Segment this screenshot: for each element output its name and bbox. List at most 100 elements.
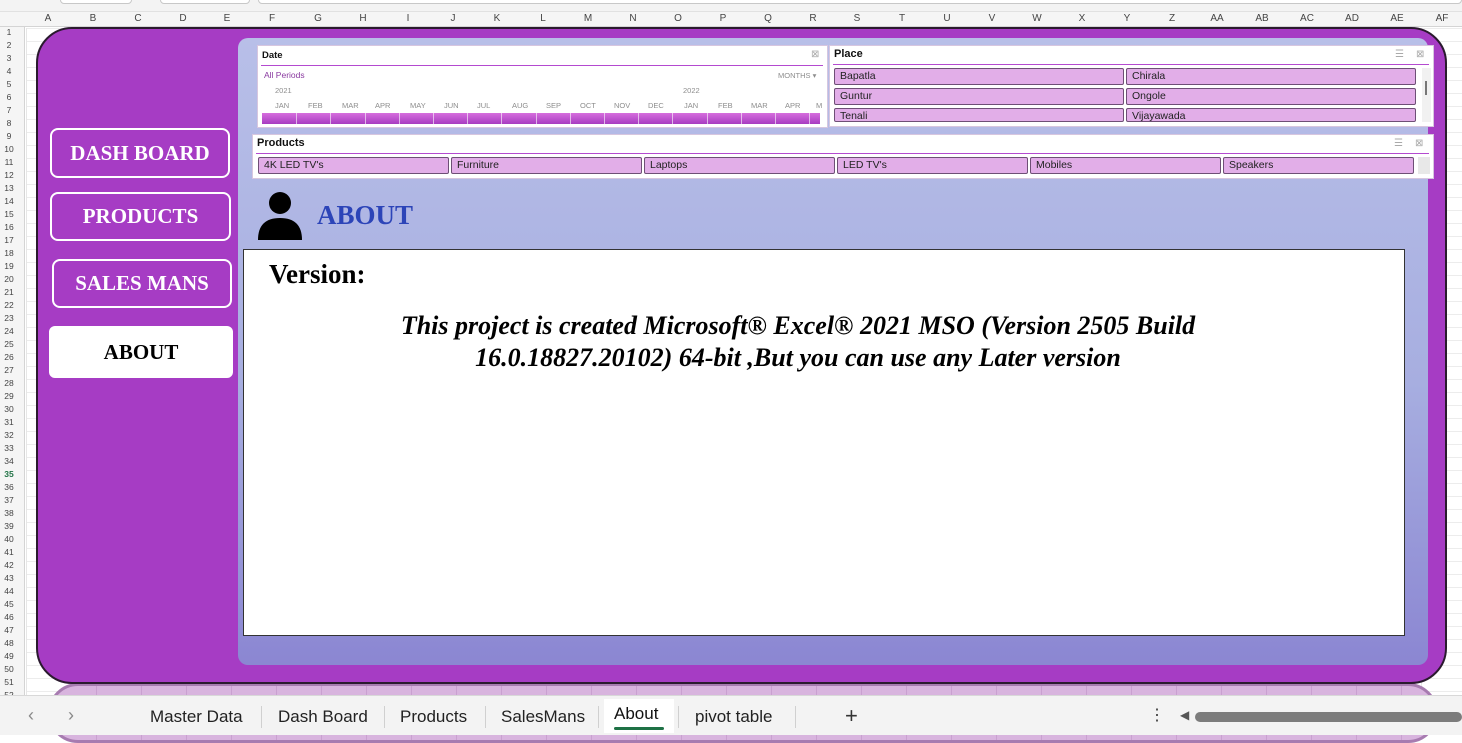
- column-header[interactable]: D: [179, 13, 186, 24]
- formula-bar[interactable]: [258, 0, 1462, 4]
- row-header[interactable]: 44: [2, 586, 16, 597]
- place-item[interactable]: Guntur: [834, 88, 1124, 105]
- row-header[interactable]: 46: [2, 612, 16, 623]
- column-header[interactable]: K: [494, 13, 501, 24]
- row-header[interactable]: 6: [2, 92, 16, 103]
- clear-filter-icon[interactable]: ⊠: [1415, 138, 1423, 149]
- row-header[interactable]: 47: [2, 625, 16, 636]
- row-header[interactable]: 35: [2, 469, 16, 480]
- place-item[interactable]: Chirala: [1126, 68, 1416, 85]
- multi-select-icon[interactable]: ☰: [1394, 138, 1403, 149]
- row-header[interactable]: 38: [2, 508, 16, 519]
- column-header[interactable]: U: [943, 13, 950, 24]
- date-timeline-slicer[interactable]: Date ⊠ All Periods MONTHS ▾ 2021 2022 JA…: [257, 45, 828, 128]
- row-header[interactable]: 4: [2, 66, 16, 77]
- row-header[interactable]: 51: [2, 677, 16, 688]
- row-header[interactable]: 48: [2, 638, 16, 649]
- row-header[interactable]: 20: [2, 274, 16, 285]
- month-label[interactable]: MAR: [751, 101, 768, 110]
- row-header[interactable]: 39: [2, 521, 16, 532]
- month-label[interactable]: DEC: [648, 101, 664, 110]
- column-header[interactable]: T: [899, 13, 905, 24]
- month-label[interactable]: APR: [785, 101, 800, 110]
- products-button[interactable]: PRODUCTS: [50, 192, 231, 241]
- row-header[interactable]: 30: [2, 404, 16, 415]
- time-level-select[interactable]: MONTHS ▾: [778, 71, 816, 80]
- row-header[interactable]: 12: [2, 170, 16, 181]
- month-label[interactable]: M: [816, 101, 822, 110]
- row-header[interactable]: 33: [2, 443, 16, 454]
- row-header[interactable]: 26: [2, 352, 16, 363]
- column-header[interactable]: N: [629, 13, 636, 24]
- chevron-right-icon[interactable]: ›: [68, 705, 74, 726]
- row-header[interactable]: 21: [2, 287, 16, 298]
- row-header[interactable]: 19: [2, 261, 16, 272]
- month-label[interactable]: MAR: [342, 101, 359, 110]
- slicer-scrollbar[interactable]: [1418, 157, 1430, 174]
- tab-salesmans[interactable]: SalesMans: [501, 707, 585, 727]
- slicer-scrollbar[interactable]: [1422, 68, 1431, 122]
- row-header[interactable]: 29: [2, 391, 16, 402]
- tab-dash-board[interactable]: Dash Board: [278, 707, 368, 727]
- row-header[interactable]: 23: [2, 313, 16, 324]
- month-label[interactable]: SEP: [546, 101, 561, 110]
- name-box[interactable]: [60, 0, 132, 4]
- horizontal-scrollbar[interactable]: ◀: [1175, 708, 1462, 723]
- row-header[interactable]: 34: [2, 456, 16, 467]
- column-header[interactable]: H: [359, 13, 366, 24]
- month-label[interactable]: JAN: [275, 101, 289, 110]
- place-slicer[interactable]: Place ☰ ⊠ Bapatla Chirala Guntur Ongole …: [829, 45, 1434, 127]
- row-header[interactable]: 24: [2, 326, 16, 337]
- column-header[interactable]: X: [1079, 13, 1086, 24]
- column-header[interactable]: O: [674, 13, 682, 24]
- month-label[interactable]: NOV: [614, 101, 630, 110]
- chevron-left-icon[interactable]: ‹: [28, 705, 34, 726]
- place-item[interactable]: Vijayawada: [1126, 108, 1416, 122]
- row-header[interactable]: 42: [2, 560, 16, 571]
- dashboard-button[interactable]: DASH BOARD: [50, 128, 230, 178]
- row-header[interactable]: 13: [2, 183, 16, 194]
- multi-select-icon[interactable]: ☰: [1395, 49, 1404, 60]
- column-header[interactable]: Q: [764, 13, 772, 24]
- tab-products[interactable]: Products: [400, 707, 467, 727]
- row-header[interactable]: 22: [2, 300, 16, 311]
- tab-master-data[interactable]: Master Data: [150, 707, 243, 727]
- row-header[interactable]: 1: [2, 27, 16, 38]
- row-header[interactable]: 3: [2, 53, 16, 64]
- column-header[interactable]: AC: [1300, 13, 1314, 24]
- place-item[interactable]: Ongole: [1126, 88, 1416, 105]
- column-header[interactable]: J: [451, 13, 456, 24]
- column-header[interactable]: G: [314, 13, 322, 24]
- product-item[interactable]: 4K LED TV's: [258, 157, 449, 174]
- product-item[interactable]: Laptops: [644, 157, 835, 174]
- row-header[interactable]: 18: [2, 248, 16, 259]
- clear-filter-icon[interactable]: ⊠: [1416, 49, 1424, 60]
- month-label[interactable]: APR: [375, 101, 390, 110]
- product-item[interactable]: Speakers: [1223, 157, 1414, 174]
- row-header[interactable]: 5: [2, 79, 16, 90]
- column-header[interactable]: I: [407, 13, 410, 24]
- row-header[interactable]: 10: [2, 144, 16, 155]
- column-header[interactable]: AB: [1255, 13, 1268, 24]
- row-header[interactable]: 41: [2, 547, 16, 558]
- column-header[interactable]: AA: [1210, 13, 1223, 24]
- scroll-thumb[interactable]: [1425, 81, 1427, 95]
- column-header[interactable]: AD: [1345, 13, 1359, 24]
- tab-pivot-table[interactable]: pivot table: [695, 707, 773, 727]
- row-header[interactable]: 50: [2, 664, 16, 675]
- column-header[interactable]: B: [90, 13, 97, 24]
- month-label[interactable]: JUL: [477, 101, 490, 110]
- product-item[interactable]: Furniture: [451, 157, 642, 174]
- product-item[interactable]: LED TV's: [837, 157, 1028, 174]
- row-header[interactable]: 43: [2, 573, 16, 584]
- row-header[interactable]: 9: [2, 131, 16, 142]
- place-item[interactable]: Tenali: [834, 108, 1124, 122]
- month-label[interactable]: OCT: [580, 101, 596, 110]
- row-header[interactable]: 36: [2, 482, 16, 493]
- row-header[interactable]: 14: [2, 196, 16, 207]
- row-header[interactable]: 8: [2, 118, 16, 129]
- row-header[interactable]: 17: [2, 235, 16, 246]
- column-header[interactable]: L: [540, 13, 546, 24]
- clear-filter-icon[interactable]: ⊠: [811, 49, 819, 60]
- month-label[interactable]: JUN: [444, 101, 459, 110]
